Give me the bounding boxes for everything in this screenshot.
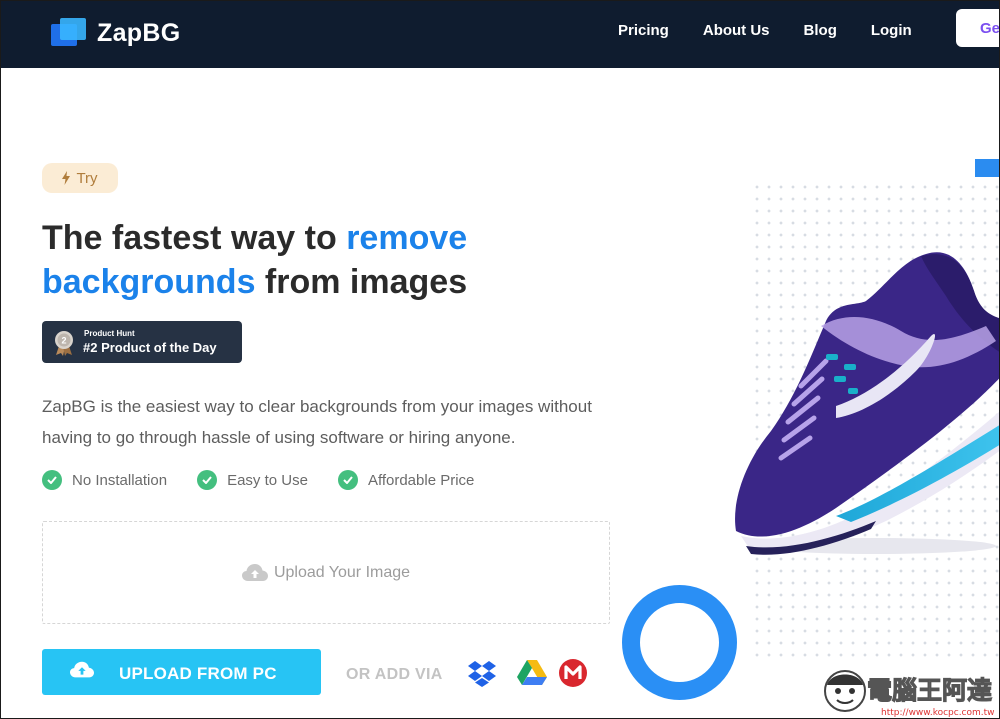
get-started-button[interactable]: Ge (956, 9, 999, 47)
feature-label: Affordable Price (367, 471, 475, 489)
medal-icon: 2 (55, 331, 73, 356)
brand-logo[interactable]: ZapBG (51, 17, 180, 49)
google-drive-icon[interactable] (516, 657, 548, 689)
nav-about-us[interactable]: About Us (703, 22, 770, 39)
hero-description: ZapBG is the easiest way to clear backgr… (42, 397, 592, 447)
upload-button-label: UPLOAD FROM PC (119, 664, 277, 683)
watermark-url: http://www.kocpc.com.tw (881, 708, 995, 718)
decor-blue-ring (622, 585, 737, 700)
headline-highlight-backgrounds: backgrounds (42, 263, 256, 301)
feature-label: Easy to Use (227, 471, 308, 489)
headline-part2: from images (255, 263, 468, 301)
watermark-title: 電腦王阿達 (867, 676, 992, 705)
sneaker-image (735, 252, 999, 555)
feature-label: No Installation (72, 471, 168, 489)
feature-list: No Installation Easy to Use Affordable P… (42, 470, 504, 490)
product-hunt-badge[interactable]: 2 Product Hunt #2 Product of the Day (42, 321, 242, 363)
mega-icon[interactable] (557, 657, 589, 689)
nav-links: Pricing About Us Blog Login (618, 22, 946, 39)
nav-login[interactable]: Login (871, 22, 912, 39)
feature-item: No Installation (42, 470, 167, 490)
nav-pricing[interactable]: Pricing (618, 22, 669, 39)
try-label: Try (76, 169, 98, 187)
product-of-day-label: #2 Product of the Day (83, 340, 217, 355)
feature-item: Easy to Use (197, 470, 308, 490)
dropzone-label: Upload Your Image (273, 563, 411, 581)
lightning-icon (62, 171, 71, 185)
page-frame: ZapBG Pricing About Us Blog Login Ge Try… (0, 0, 1000, 719)
check-icon (42, 470, 62, 490)
cloud-upload-icon (241, 563, 268, 581)
nav-blog[interactable]: Blog (804, 22, 837, 39)
zapbg-logo-icon (51, 18, 87, 48)
upload-dropzone[interactable]: Upload Your Image (42, 521, 610, 624)
medal-number: 2 (61, 336, 66, 346)
top-navbar: ZapBG Pricing About Us Blog Login Ge (1, 1, 999, 68)
headline-highlight-remove: remove (346, 219, 468, 257)
feature-item: Affordable Price (337, 470, 475, 490)
cloud-upload-icon (70, 661, 94, 678)
check-icon (197, 470, 218, 490)
brand-name: ZapBG (97, 18, 181, 47)
check-icon (337, 470, 358, 490)
product-hunt-label: Product Hunt (84, 329, 135, 338)
decor-blue-tab (975, 159, 999, 177)
upload-from-pc-button[interactable]: UPLOAD FROM PC (42, 649, 321, 695)
site-watermark-logo: 電腦王阿達 http://www.kocpc.com.tw (824, 670, 995, 718)
headline-part1: The fastest way to (42, 219, 347, 257)
hero-headline: The fastest way to remove backgrounds fro… (42, 216, 562, 304)
try-badge[interactable]: Try (42, 163, 118, 193)
dropbox-icon[interactable] (466, 657, 498, 689)
or-add-via-label: OR ADD VIA (346, 666, 443, 683)
